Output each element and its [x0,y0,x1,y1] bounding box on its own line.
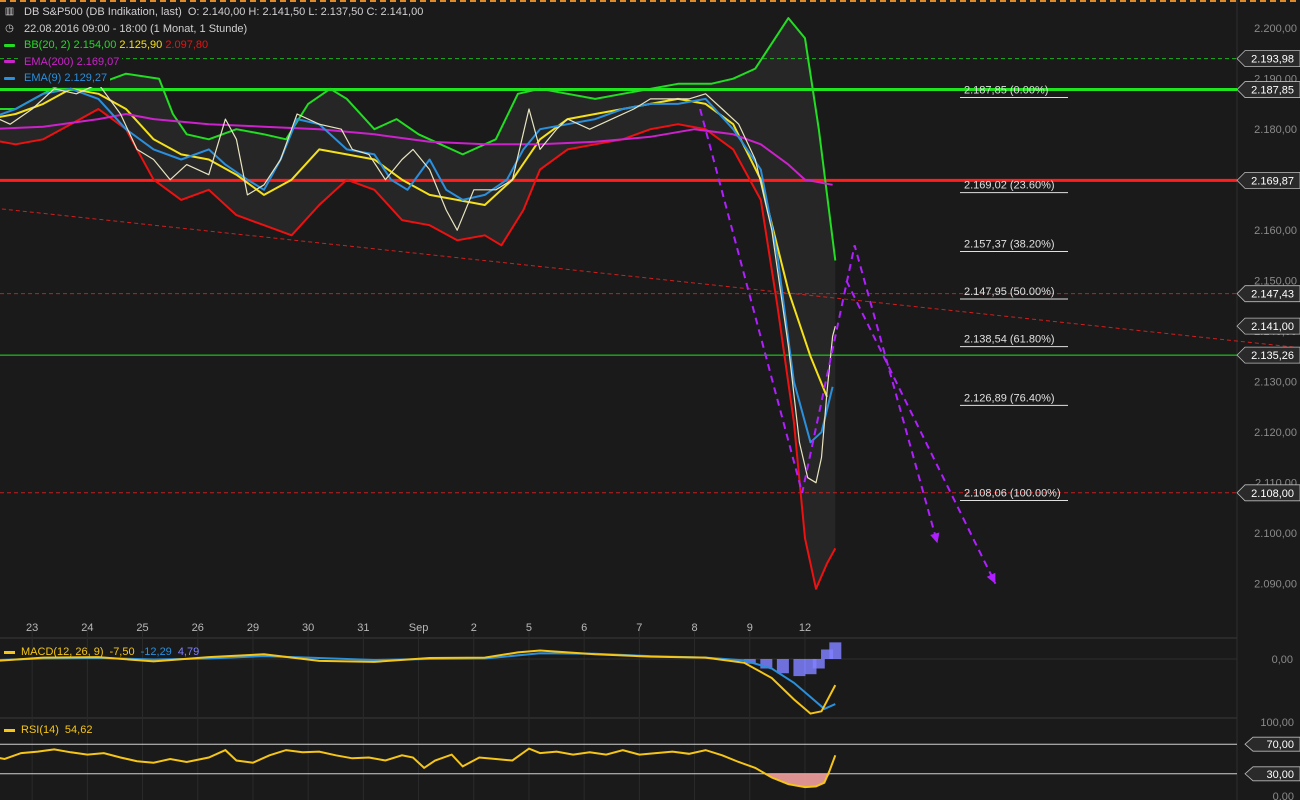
macd-hist-value: 4,79 [177,646,200,658]
y-tick-label: 2.200,00 [1254,23,1297,35]
rsi-legend: RSI(14) 54,62 [4,724,92,736]
rsi-line [0,747,837,789]
fibonacci-label: 2.126,89 (76.40%) [964,392,1055,404]
chart-legend: ▥ DB S&P500 (DB Indikation, last) O: 2.1… [4,4,427,87]
bb-lower-value: 2.097,80 [165,39,209,51]
rsi-tick-label: 30,00 [1266,769,1294,781]
rsi-value: 54,62 [64,724,93,736]
price-tag-label: 2.193,98 [1251,54,1294,66]
macd-signal-value: -12,29 [140,646,172,658]
x-tick-label: 7 [636,622,642,634]
price-tag-label: 2.187,85 [1251,85,1294,97]
macd-label: MACD(12, 26, 9) [21,646,104,658]
y-tick-label: 2.130,00 [1254,377,1297,389]
bb-label: BB(20, 2) [24,39,71,51]
chart-canvas[interactable]: 23 24 25 26 29 30 31 Sep 2 5 6 7 8 9 122.200,002.190,0… [0,0,1300,800]
fibonacci-label: 2.147,95 (50.00%) [964,286,1055,298]
x-tick-label: 31 [357,622,369,634]
y-tick-label: 2.090,00 [1254,579,1297,591]
trendline-dashed [0,208,1300,349]
x-tick-label: 30 [302,622,314,634]
ema200-value: 2.169,07 [76,55,120,68]
x-tick-label: 26 [192,622,204,634]
x-tick-label: 23 [26,622,38,634]
x-tick-label: 12 [799,622,811,634]
rsi-tick-label: 70,00 [1266,739,1294,751]
ohlc-values: O: 2.140,00 H: 2.141,50 L: 2.137,50 C: 2… [187,6,424,18]
rsi-tick-label: 0,00 [1273,791,1294,800]
bb-swatch [4,43,15,47]
y-tick-label: 2.120,00 [1254,427,1297,439]
ema9-value: 2.129,27 [64,72,108,84]
x-tick-label: 5 [526,622,532,634]
projection-path-secondary [845,280,997,585]
macd-histogram-bar [793,659,806,677]
price-tag-label: 2.141,00 [1251,321,1294,333]
x-tick-label: 24 [81,622,93,634]
macd-value: -7,50 [109,646,135,658]
y-tick-label: 2.160,00 [1254,225,1297,237]
instrument-title: DB S&P500 (DB Indikation, last) [24,6,182,18]
y-tick-label: 2.180,00 [1254,124,1297,136]
ema9-swatch [4,76,15,80]
x-tick-label: 6 [581,622,587,634]
ema9-label: EMA(9) [24,72,62,84]
rsi-label: RSI(14) [21,724,59,736]
rsi-tick-label: 100,00 [1260,717,1294,729]
y-tick-label: 2.100,00 [1254,528,1297,540]
price-tag-label: 2.108,00 [1251,488,1294,500]
projection-arrowhead [930,532,940,544]
macd-swatch [4,650,15,654]
fibonacci-label: 2.169,02 (23.60%) [964,180,1055,192]
macd-histogram-bar [812,659,825,669]
bb-middle-value: 2.125,90 [119,39,163,51]
ema200-swatch [4,60,15,64]
price-tag-label: 2.169,87 [1251,175,1294,187]
ema200-label: EMA(200) [24,55,74,68]
x-tick-label: 25 [136,622,148,634]
macd-tick-label: 0,00 [1272,654,1293,666]
clock-icon: ◷ [5,22,14,34]
bar-chart-icon: ▥ [4,6,15,17]
macd-histogram-bar [829,642,842,659]
price-tag-label: 2.147,43 [1251,289,1294,301]
macd-signal-line [0,652,836,711]
x-tick-label: Sep [409,622,429,634]
period-label: 22.08.2016 09:00 - 18:00 (1 Monat, 1 Stu… [21,20,251,37]
rsi-swatch [4,728,15,732]
price-tag-label: 2.135,26 [1251,350,1294,362]
x-tick-label: 2 [471,622,477,634]
fibonacci-label: 2.187,85 (0.00%) [964,85,1048,97]
bb-upper-value: 2.154,00 [73,39,117,51]
x-tick-label: 8 [691,622,697,634]
x-tick-label: 9 [747,622,753,634]
macd-histogram-bar [776,659,789,674]
x-tick-label: 29 [247,622,259,634]
fibonacci-label: 2.157,37 (38.20%) [964,238,1055,250]
fibonacci-label: 2.108,06 (100.00%) [964,487,1061,499]
fibonacci-label: 2.138,54 (61.80%) [964,334,1055,346]
macd-legend: MACD(12, 26, 9) -7,50 -12,29 4,79 [4,646,199,658]
